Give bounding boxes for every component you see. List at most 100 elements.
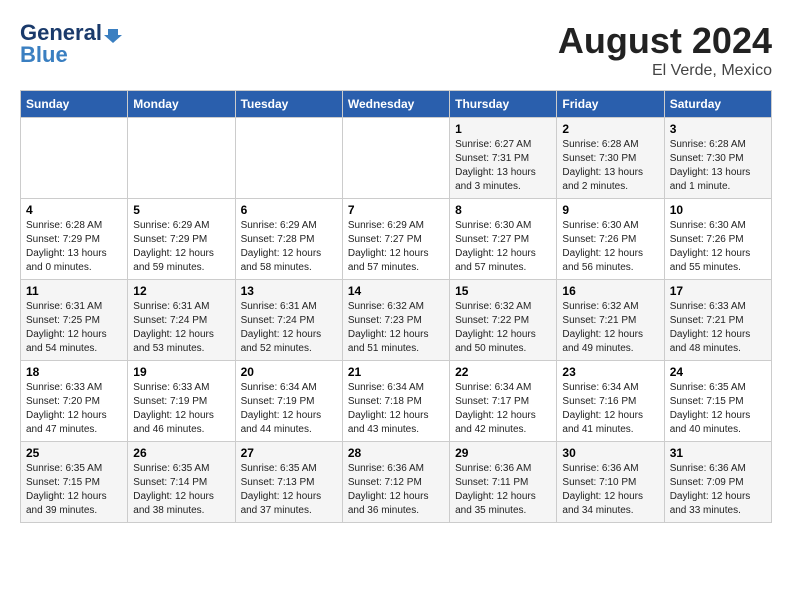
calendar-cell: 2Sunrise: 6:28 AM Sunset: 7:30 PM Daylig… bbox=[557, 118, 664, 199]
day-number: 15 bbox=[455, 284, 551, 298]
calendar-cell: 12Sunrise: 6:31 AM Sunset: 7:24 PM Dayli… bbox=[128, 280, 235, 361]
day-info: Sunrise: 6:31 AM Sunset: 7:25 PM Dayligh… bbox=[26, 300, 122, 356]
calendar-cell: 5 Sunrise: 6:29 AM Sunset: 7:29 PM Daylig… bbox=[128, 199, 235, 280]
day-number: 31 bbox=[670, 446, 766, 460]
day-number: 18 bbox=[26, 365, 122, 379]
day-info: Sunrise: 6:34 AM Sunset: 7:19 PM Dayligh… bbox=[241, 381, 337, 437]
calendar-cell: 11 Sunrise: 6:31 AM Sunset: 7:25 PM Dayli… bbox=[21, 280, 128, 361]
location-title: El Verde, Mexico bbox=[558, 62, 772, 80]
page-header: General Blue August 2024 El Verde, Mexic… bbox=[20, 20, 772, 80]
calendar-cell: 19 Sunrise: 6:33 AM Sunset: 7:19 PM Dayli… bbox=[128, 361, 235, 442]
day-number: 17 bbox=[670, 284, 766, 298]
day-info: Sunrise: 6:32 AM Sunset: 7:22 PM Dayligh… bbox=[455, 300, 551, 356]
calendar-cell: 26 Sunrise: 6:35 AM Sunset: 7:14 PM Dayli… bbox=[128, 442, 235, 523]
calendar-table: SundayMondayTuesdayWednesdayThursdayFrid… bbox=[20, 90, 772, 523]
header-sunday: Sunday bbox=[21, 91, 128, 118]
day-number: 11 bbox=[26, 284, 122, 298]
calendar-cell bbox=[128, 118, 235, 199]
day-number: 2 bbox=[562, 122, 658, 136]
calendar-week-row: 25 Sunrise: 6:35 AM Sunset: 7:15 PM Dayli… bbox=[21, 442, 772, 523]
day-number: 7 bbox=[348, 203, 444, 217]
calendar-cell: 22Sunrise: 6:34 AM Sunset: 7:17 PM Dayli… bbox=[450, 361, 557, 442]
calendar-cell: 20 Sunrise: 6:34 AM Sunset: 7:19 PM Dayli… bbox=[235, 361, 342, 442]
calendar-cell: 21 Sunrise: 6:34 AM Sunset: 7:18 PM Dayli… bbox=[342, 361, 449, 442]
day-info: Sunrise: 6:35 AM Sunset: 7:14 PM Dayligh… bbox=[133, 462, 229, 518]
day-number: 25 bbox=[26, 446, 122, 460]
calendar-cell: 10Sunrise: 6:30 AM Sunset: 7:26 PM Dayli… bbox=[664, 199, 771, 280]
calendar-cell: 25 Sunrise: 6:35 AM Sunset: 7:15 PM Dayli… bbox=[21, 442, 128, 523]
calendar-header-row: SundayMondayTuesdayWednesdayThursdayFrid… bbox=[21, 91, 772, 118]
day-info: Sunrise: 6:29 AM Sunset: 7:28 PM Dayligh… bbox=[241, 219, 337, 275]
calendar-cell: 30Sunrise: 6:36 AM Sunset: 7:10 PM Dayli… bbox=[557, 442, 664, 523]
day-info: Sunrise: 6:30 AM Sunset: 7:26 PM Dayligh… bbox=[562, 219, 658, 275]
calendar-week-row: 1 Sunrise: 6:27 AM Sunset: 7:31 PM Daylig… bbox=[21, 118, 772, 199]
day-number: 9 bbox=[562, 203, 658, 217]
calendar-cell: 24 Sunrise: 6:35 AM Sunset: 7:15 PM Dayli… bbox=[664, 361, 771, 442]
calendar-cell: 9 Sunrise: 6:30 AM Sunset: 7:26 PM Daylig… bbox=[557, 199, 664, 280]
month-year-title: August 2024 bbox=[558, 20, 772, 62]
day-info: Sunrise: 6:33 AM Sunset: 7:20 PM Dayligh… bbox=[26, 381, 122, 437]
calendar-cell: 13Sunrise: 6:31 AM Sunset: 7:24 PM Dayli… bbox=[235, 280, 342, 361]
day-info: Sunrise: 6:31 AM Sunset: 7:24 PM Dayligh… bbox=[133, 300, 229, 356]
day-number: 26 bbox=[133, 446, 229, 460]
calendar-cell: 17 Sunrise: 6:33 AM Sunset: 7:21 PM Dayli… bbox=[664, 280, 771, 361]
calendar-cell: 28Sunrise: 6:36 AM Sunset: 7:12 PM Dayli… bbox=[342, 442, 449, 523]
day-info: Sunrise: 6:28 AM Sunset: 7:29 PM Dayligh… bbox=[26, 219, 122, 275]
day-number: 23 bbox=[562, 365, 658, 379]
logo: General Blue bbox=[20, 20, 122, 68]
day-info: Sunrise: 6:33 AM Sunset: 7:21 PM Dayligh… bbox=[670, 300, 766, 356]
calendar-cell: 27Sunrise: 6:35 AM Sunset: 7:13 PM Dayli… bbox=[235, 442, 342, 523]
day-info: Sunrise: 6:27 AM Sunset: 7:31 PM Dayligh… bbox=[455, 138, 551, 194]
logo-arrow-icon bbox=[104, 25, 122, 43]
day-number: 28 bbox=[348, 446, 444, 460]
day-info: Sunrise: 6:34 AM Sunset: 7:18 PM Dayligh… bbox=[348, 381, 444, 437]
day-number: 6 bbox=[241, 203, 337, 217]
calendar-cell: 3Sunrise: 6:28 AM Sunset: 7:30 PM Daylig… bbox=[664, 118, 771, 199]
calendar-cell bbox=[342, 118, 449, 199]
day-info: Sunrise: 6:32 AM Sunset: 7:21 PM Dayligh… bbox=[562, 300, 658, 356]
calendar-cell: 8Sunrise: 6:30 AM Sunset: 7:27 PM Daylig… bbox=[450, 199, 557, 280]
day-number: 5 bbox=[133, 203, 229, 217]
calendar-week-row: 18 Sunrise: 6:33 AM Sunset: 7:20 PM Dayli… bbox=[21, 361, 772, 442]
header-monday: Monday bbox=[128, 91, 235, 118]
calendar-cell bbox=[235, 118, 342, 199]
day-info: Sunrise: 6:33 AM Sunset: 7:19 PM Dayligh… bbox=[133, 381, 229, 437]
calendar-cell: 6 Sunrise: 6:29 AM Sunset: 7:28 PM Daylig… bbox=[235, 199, 342, 280]
day-info: Sunrise: 6:34 AM Sunset: 7:16 PM Dayligh… bbox=[562, 381, 658, 437]
day-number: 27 bbox=[241, 446, 337, 460]
day-number: 29 bbox=[455, 446, 551, 460]
calendar-cell: 7 Sunrise: 6:29 AM Sunset: 7:27 PM Daylig… bbox=[342, 199, 449, 280]
title-block: August 2024 El Verde, Mexico bbox=[558, 20, 772, 80]
day-number: 16 bbox=[562, 284, 658, 298]
calendar-cell: 23 Sunrise: 6:34 AM Sunset: 7:16 PM Dayli… bbox=[557, 361, 664, 442]
day-info: Sunrise: 6:30 AM Sunset: 7:26 PM Dayligh… bbox=[670, 219, 766, 275]
day-info: Sunrise: 6:35 AM Sunset: 7:15 PM Dayligh… bbox=[26, 462, 122, 518]
calendar-cell: 18 Sunrise: 6:33 AM Sunset: 7:20 PM Dayli… bbox=[21, 361, 128, 442]
calendar-cell: 29Sunrise: 6:36 AM Sunset: 7:11 PM Dayli… bbox=[450, 442, 557, 523]
day-number: 4 bbox=[26, 203, 122, 217]
day-number: 20 bbox=[241, 365, 337, 379]
calendar-cell: 1 Sunrise: 6:27 AM Sunset: 7:31 PM Daylig… bbox=[450, 118, 557, 199]
day-number: 14 bbox=[348, 284, 444, 298]
day-info: Sunrise: 6:29 AM Sunset: 7:27 PM Dayligh… bbox=[348, 219, 444, 275]
day-number: 13 bbox=[241, 284, 337, 298]
day-number: 19 bbox=[133, 365, 229, 379]
calendar-cell: 4 Sunrise: 6:28 AM Sunset: 7:29 PM Daylig… bbox=[21, 199, 128, 280]
day-info: Sunrise: 6:28 AM Sunset: 7:30 PM Dayligh… bbox=[670, 138, 766, 194]
calendar-cell: 15 Sunrise: 6:32 AM Sunset: 7:22 PM Dayli… bbox=[450, 280, 557, 361]
day-number: 24 bbox=[670, 365, 766, 379]
day-number: 1 bbox=[455, 122, 551, 136]
calendar-cell bbox=[21, 118, 128, 199]
calendar-cell: 31Sunrise: 6:36 AM Sunset: 7:09 PM Dayli… bbox=[664, 442, 771, 523]
day-info: Sunrise: 6:35 AM Sunset: 7:15 PM Dayligh… bbox=[670, 381, 766, 437]
header-friday: Friday bbox=[557, 91, 664, 118]
calendar-cell: 16 Sunrise: 6:32 AM Sunset: 7:21 PM Dayli… bbox=[557, 280, 664, 361]
calendar-week-row: 4 Sunrise: 6:28 AM Sunset: 7:29 PM Daylig… bbox=[21, 199, 772, 280]
day-info: Sunrise: 6:29 AM Sunset: 7:29 PM Dayligh… bbox=[133, 219, 229, 275]
header-saturday: Saturday bbox=[664, 91, 771, 118]
day-number: 30 bbox=[562, 446, 658, 460]
day-number: 8 bbox=[455, 203, 551, 217]
logo-blue-text: Blue bbox=[20, 42, 68, 68]
header-tuesday: Tuesday bbox=[235, 91, 342, 118]
day-number: 21 bbox=[348, 365, 444, 379]
